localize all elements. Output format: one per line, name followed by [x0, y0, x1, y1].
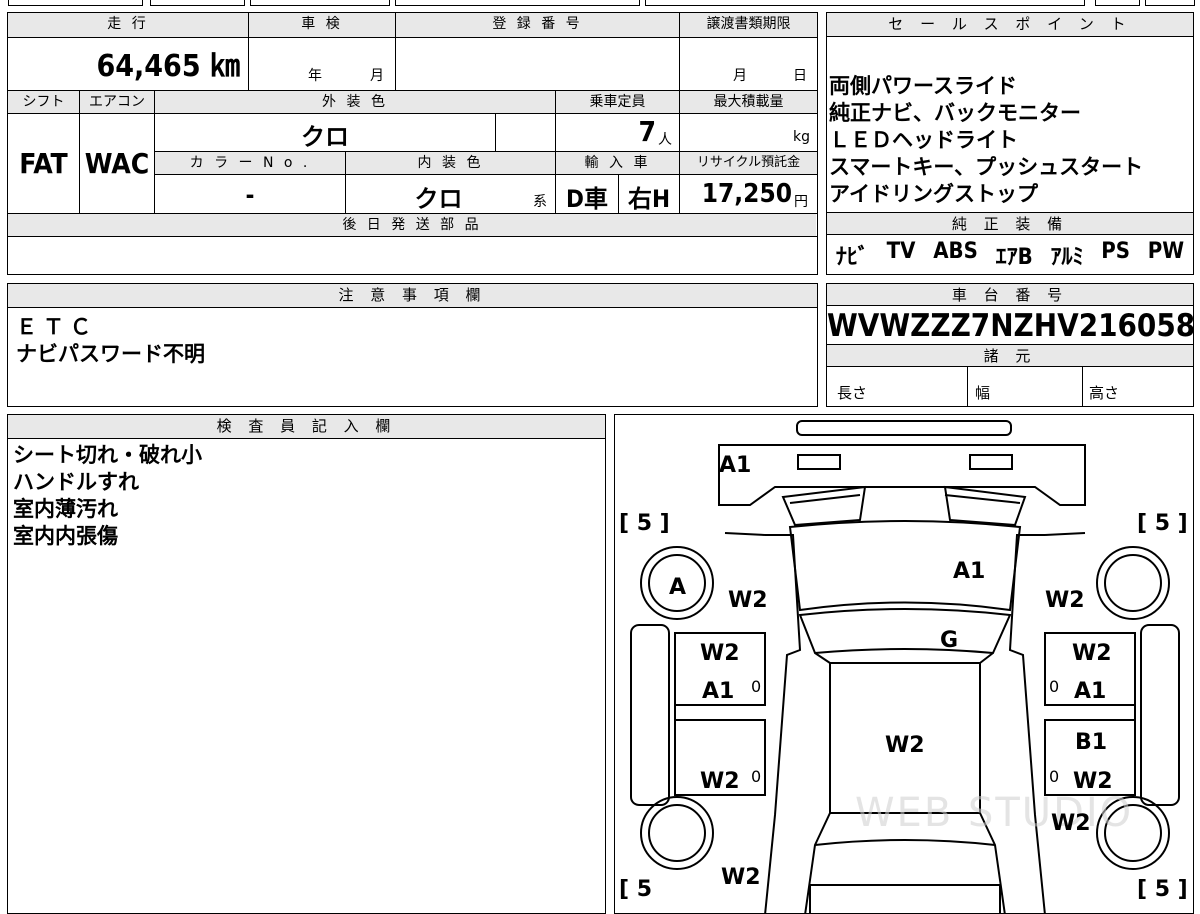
recycle-header: リサイクル預託金 [680, 152, 817, 174]
registration-header: 登 録 番 号 [396, 13, 679, 37]
inspection-month-unit: 月 [370, 68, 384, 84]
load-unit: kg [793, 129, 810, 145]
tire-label-front-left: [ 5 ] [619, 511, 670, 536]
damage-front-right-door-1: W2 [1072, 641, 1112, 666]
top-strip [0, 0, 1200, 8]
spec-header: 諸 元 [827, 345, 1193, 367]
tire-label-rear-left: [ 5 [619, 877, 653, 902]
equipment-header: 純 正 装 備 [827, 213, 1193, 235]
damage-rear-left-door: W2 [700, 769, 740, 794]
note-line: ＥＴＣ [16, 315, 97, 339]
exterior-header: 外 装 色 [155, 91, 555, 113]
later-parts-header: 後 日 発 送 部 品 [8, 214, 816, 236]
chassis-number: WVWZZZ7NZHV216058 [827, 308, 1196, 344]
inspector-line: 室内内張傷 [13, 524, 118, 548]
damage-front-left-door-1: W2 [700, 641, 740, 666]
height-label: 高さ [1089, 384, 1120, 402]
color-no-value: - [245, 181, 255, 209]
equipment-item-ps: PS [1101, 239, 1130, 264]
damage-front-left-door-2: A1 [702, 679, 735, 704]
interior-value: クロ [414, 185, 463, 213]
sales-points-box: セ ー ル ス ポ イ ン ト 両側パワースライド 純正ナビ、バックモニター Ｌ… [826, 12, 1194, 275]
inspection-header: 車 検 [249, 13, 395, 37]
note-line: ナビパスワード不明 [16, 342, 205, 366]
inspector-box: 検 査 員 記 入 欄 シート切れ・破れ小 ハンドルすれ 室内薄汚れ 室内内張傷 [7, 414, 606, 914]
mileage-header: 走 行 [8, 13, 248, 37]
tire-label-front-right: [ 5 ] [1137, 511, 1188, 536]
interior-header: 内 装 色 [346, 152, 555, 174]
sales-point-item: スマートキー、プッシュスタート [829, 155, 1144, 179]
inspector-line: ハンドルすれ [13, 470, 139, 494]
damage-glass: G [940, 628, 959, 653]
import-header: 輸 入 車 [556, 152, 679, 174]
width-label: 幅 [975, 384, 991, 402]
transfer-day-unit: 日 [793, 68, 807, 84]
ac-header: エアコン [80, 91, 154, 113]
sales-point-item: アイドリングストップ [829, 182, 1038, 206]
sales-points-header: セ ー ル ス ポ イ ン ト [827, 13, 1193, 37]
import-value-2: 右H [627, 185, 671, 213]
watermark-text: WEB STUDIO [855, 790, 1134, 836]
interior-suffix: 系 [533, 194, 547, 210]
notes-box: 注 意 事 項 欄 ＥＴＣ ナビパスワード不明 [7, 283, 818, 407]
inspection-year-unit: 年 [308, 68, 322, 84]
damage-wheel: A [669, 575, 687, 600]
shift-value: FAT [19, 147, 68, 180]
exterior-value: クロ [301, 123, 349, 151]
shift-header: シフト [8, 91, 79, 113]
sales-point-item: 純正ナビ、バックモニター [829, 101, 1081, 125]
damage-fender-left: W2 [728, 588, 768, 613]
inspector-line: 室内薄汚れ [13, 497, 118, 521]
damage-left-quarter: W2 [721, 865, 761, 890]
ac-value: WAC [84, 147, 150, 180]
transfer-month-unit: 月 [733, 68, 747, 84]
depth-mark: 0 [1049, 677, 1060, 696]
color-no-header: カ ラ ー N o . [155, 152, 345, 174]
notes-header: 注 意 事 項 欄 [8, 284, 817, 308]
capacity-value: 7 [638, 115, 656, 148]
depth-mark: 0 [751, 677, 762, 696]
inspector-line: シート切れ・破れ小 [13, 443, 202, 467]
damage-roof: W2 [885, 733, 925, 758]
equipment-item-abs: ABS [933, 239, 978, 264]
capacity-unit: 人 [658, 132, 672, 148]
load-header: 最大積載量 [680, 91, 817, 113]
damage-right-quarter: W2 [1051, 811, 1091, 836]
sales-point-item: 両側パワースライド [829, 74, 1017, 98]
capacity-header: 乗車定員 [556, 91, 679, 113]
recycle-value: 17,250 [701, 179, 792, 209]
length-label: 長さ [837, 384, 868, 402]
damage-fender-right: W2 [1045, 588, 1085, 613]
chassis-header: 車 台 番 号 [827, 284, 1193, 306]
depth-mark: 0 [751, 767, 762, 786]
chassis-box: 車 台 番 号 WVWZZZ7NZHV216058 諸 元 長さ 幅 高さ [826, 283, 1196, 407]
car-damage-diagram: WEB STUDIO [ 5 ] [ 5 ] [ 5 [ 5 ] A1 A1 G… [614, 414, 1194, 914]
sales-point-item: ＬＥＤヘッドライト [829, 128, 1018, 152]
import-value-1: D車 [566, 185, 608, 213]
depth-mark: 0 [1049, 767, 1060, 786]
tire-label-rear-right: [ 5 ] [1137, 877, 1188, 902]
vehicle-info-table: 走 行 車 検 登 録 番 号 譲渡書類期限 64,465 ㎞ 年 月 月 日 … [7, 12, 818, 275]
equipment-item-airbag: ｴｱB [995, 245, 1033, 270]
damage-windshield: A1 [953, 559, 986, 584]
damage-front-right-door-2: A1 [1074, 679, 1107, 704]
equipment-item-tv: TV [886, 239, 916, 264]
mileage-value: 64,465 ㎞ [96, 49, 240, 84]
equipment-item-navi: ﾅﾋﾞ [835, 245, 869, 270]
equipment-item-pw: PW [1147, 239, 1185, 264]
damage-rear-right-door-2: W2 [1073, 769, 1113, 794]
damage-front-bumper: A1 [719, 453, 752, 478]
recycle-unit: 円 [794, 194, 808, 210]
damage-rear-right-door-1: B1 [1075, 730, 1108, 755]
transfer-header: 譲渡書類期限 [680, 13, 817, 37]
equipment-item-alloy: ｱﾙﾐ [1050, 245, 1084, 270]
inspector-header: 検 査 員 記 入 欄 [8, 415, 605, 439]
